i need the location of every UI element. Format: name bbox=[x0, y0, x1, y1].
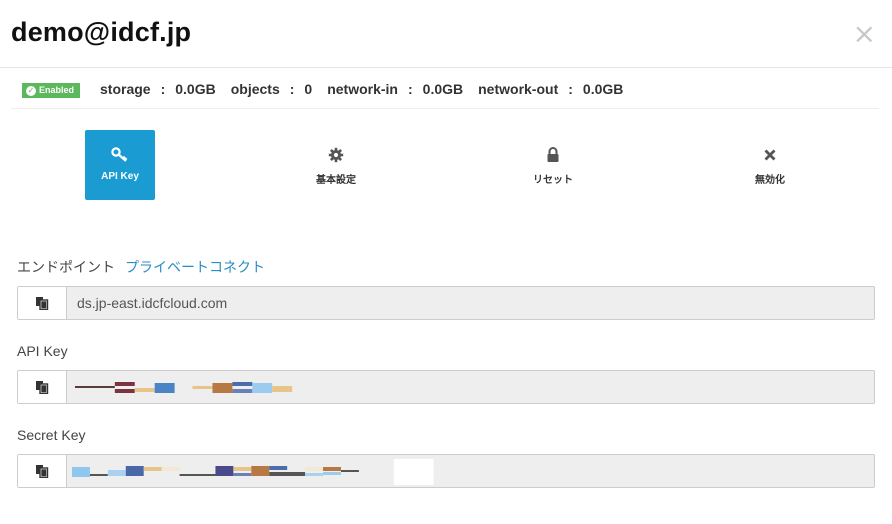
endpoint-label: エンドポイント bbox=[17, 259, 115, 275]
x-icon bbox=[764, 149, 776, 161]
modal-header: demo@idcf.jp × bbox=[0, 0, 892, 68]
settings-label: 基本設定 bbox=[316, 175, 356, 186]
secret-key-field-label: Secret Key bbox=[17, 427, 86, 443]
redacted-mask bbox=[71, 459, 434, 485]
stat-objects: objects:0 bbox=[230, 81, 313, 97]
usage-stats: storage:0.0GB objects:0 network-in:0.0GB… bbox=[100, 81, 638, 97]
close-icon[interactable]: × bbox=[853, 20, 876, 48]
disable-label: 無効化 bbox=[755, 175, 785, 186]
page-title: demo@idcf.jp bbox=[11, 17, 192, 47]
stat-network-in: network-in:0.0GB bbox=[327, 81, 464, 97]
disable-button[interactable]: 無効化 bbox=[735, 130, 805, 200]
key-icon bbox=[111, 147, 128, 162]
stat-value: 0.0GB bbox=[582, 81, 624, 97]
settings-button[interactable]: 基本設定 bbox=[301, 130, 371, 200]
copy-icon bbox=[36, 381, 49, 394]
status-badge: ✓ Enabled bbox=[22, 83, 81, 98]
stat-value: 0.0GB bbox=[175, 81, 216, 97]
stats-row: ✓ Enabled storage:0.0GB objects:0 networ… bbox=[11, 69, 879, 109]
stat-label: storage bbox=[100, 81, 151, 97]
stat-value: 0 bbox=[304, 81, 313, 97]
api-key-field bbox=[17, 370, 875, 404]
api-key-value[interactable] bbox=[67, 371, 874, 403]
copy-icon bbox=[36, 465, 49, 478]
redacted-mask bbox=[74, 382, 293, 393]
reset-button[interactable]: リセット bbox=[518, 130, 588, 200]
secret-key-field bbox=[17, 454, 875, 488]
stat-value: 0.0GB bbox=[422, 81, 464, 97]
stat-label: objects bbox=[230, 81, 280, 97]
stat-label: network-in bbox=[327, 81, 398, 97]
secret-key-value[interactable] bbox=[67, 455, 874, 487]
copy-endpoint-button[interactable] bbox=[18, 287, 67, 319]
endpoint-label-row: エンドポイント プライベートコネクト bbox=[17, 257, 265, 277]
private-connect-link[interactable]: プライベートコネクト bbox=[125, 259, 265, 275]
copy-icon bbox=[36, 297, 49, 310]
copy-secret-key-button[interactable] bbox=[18, 455, 67, 487]
stat-storage: storage:0.0GB bbox=[100, 81, 216, 97]
api-key-label: API Key bbox=[101, 171, 139, 182]
gear-icon bbox=[328, 147, 344, 163]
check-icon: ✓ bbox=[26, 85, 36, 96]
lock-icon bbox=[547, 147, 559, 162]
status-badge-label: Enabled bbox=[39, 85, 75, 95]
stat-network-out: network-out:0.0GB bbox=[478, 81, 624, 97]
api-key-button[interactable]: API Key bbox=[85, 130, 155, 200]
api-key-field-label: API Key bbox=[17, 343, 68, 359]
reset-label: リセット bbox=[533, 175, 573, 186]
endpoint-field: ds.jp-east.idcfcloud.com bbox=[17, 286, 875, 320]
stat-label: network-out bbox=[478, 81, 559, 97]
endpoint-value[interactable]: ds.jp-east.idcfcloud.com bbox=[67, 287, 874, 319]
copy-api-key-button[interactable] bbox=[18, 371, 67, 403]
